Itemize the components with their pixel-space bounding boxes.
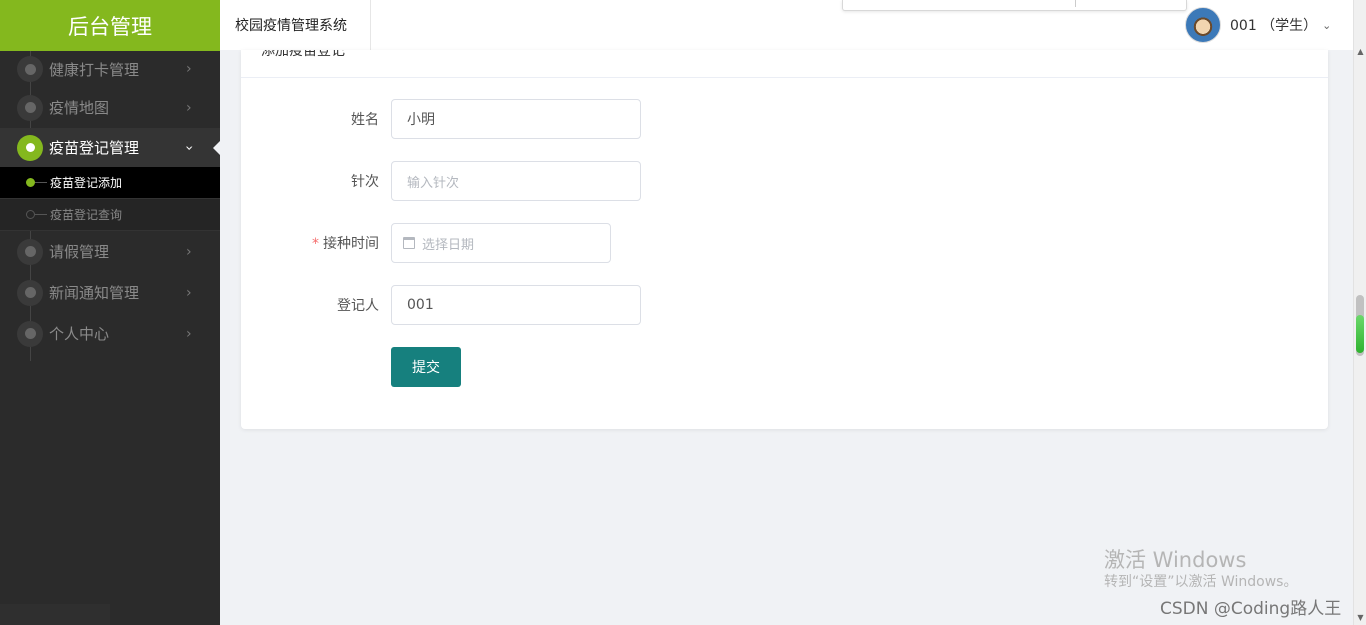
- globe-icon: [17, 320, 43, 347]
- sidebar-item-news[interactable]: 新闻通知管理 ›: [0, 272, 220, 313]
- sidebar-subitem-label: 疫苗登记添加: [50, 176, 123, 190]
- submit-button[interactable]: 提交: [391, 347, 461, 387]
- sidebar-item-epidemic-map[interactable]: 疫情地图 ›: [0, 87, 220, 128]
- sidebar-menu: 健康打卡管理 › 疫情地图 › 疫苗登记管理 › 疫苗登记添加 疫苗登记查询 请…: [0, 51, 220, 361]
- sidebar-item-personal[interactable]: 个人中心 ›: [0, 313, 220, 354]
- chevron-down-icon: ⌄: [1322, 18, 1332, 32]
- sidebar-item-health-checkin[interactable]: 健康打卡管理 ›: [0, 51, 220, 87]
- globe-icon: [17, 94, 43, 121]
- user-name: 001 （学生）: [1230, 18, 1318, 34]
- sidebar-item-label: 疫苗登记管理: [49, 139, 140, 157]
- dose-input[interactable]: 输入针次: [391, 161, 641, 201]
- globe-icon: [17, 238, 43, 265]
- bullet-icon: [26, 178, 35, 187]
- sidebar-item-label: 请假管理: [49, 243, 110, 261]
- sidebar-item-label: 新闻通知管理: [49, 284, 140, 302]
- vaccine-form-card: 添加疫苗登记 姓名 小明 针次 输入针次 * 接种时间 选择日期 登记人 001 …: [241, 50, 1328, 429]
- scroll-down-icon[interactable]: ▼: [1354, 610, 1366, 624]
- calendar-icon: [403, 237, 415, 249]
- name-label: 姓名: [351, 112, 379, 128]
- date-placeholder: 选择日期: [422, 237, 475, 253]
- active-indicator: [213, 141, 220, 155]
- required-mark: *: [312, 236, 319, 252]
- chevron-right-icon: ›: [186, 243, 192, 260]
- chevron-right-icon: ›: [186, 99, 192, 116]
- chevron-right-icon: ›: [186, 325, 192, 342]
- sidebar-subitem-vaccine-query[interactable]: 疫苗登记查询: [0, 199, 220, 231]
- date-picker[interactable]: 选择日期: [391, 223, 611, 263]
- scroll-up-icon[interactable]: ▲: [1354, 44, 1366, 58]
- scroll-progress-indicator: [1356, 315, 1364, 353]
- windows-activation-subtitle: 转到“设置”以激活 Windows。: [1104, 574, 1298, 590]
- bullet-icon: [26, 210, 35, 219]
- sidebar-item-vaccine-registration[interactable]: 疫苗登记管理 ›: [0, 128, 220, 167]
- user-menu[interactable]: 001 （学生） ⌄: [1185, 7, 1331, 43]
- dropdown-panel-edge: [842, 0, 1187, 11]
- registrar-label: 登记人: [337, 298, 379, 314]
- csdn-watermark: CSDN @Coding路人王: [1160, 599, 1342, 619]
- globe-icon: [17, 56, 43, 82]
- page-scrollbar[interactable]: ▲ ▼: [1353, 0, 1366, 625]
- sidebar-item-label: 个人中心: [49, 325, 110, 343]
- sidebar-subitem-vaccine-add[interactable]: 疫苗登记添加: [0, 167, 220, 199]
- date-label: * 接种时间: [312, 236, 379, 252]
- form-row-name: 姓名 小明: [241, 99, 1328, 139]
- chevron-right-icon: ›: [186, 61, 192, 77]
- dose-label: 针次: [351, 174, 379, 190]
- sidebar-item-label: 疫情地图: [49, 99, 110, 117]
- top-header: 校园疫情管理系统 001 （学生） ⌄: [220, 0, 1353, 50]
- sidebar-item-leave[interactable]: 请假管理 ›: [0, 231, 220, 272]
- chevron-right-icon: ›: [186, 284, 192, 301]
- card-title: 添加疫苗登记: [261, 50, 345, 59]
- sidebar-footer: [0, 604, 110, 625]
- sidebar-item-label: 健康打卡管理: [49, 60, 140, 79]
- form-row-date: * 接种时间 选择日期: [241, 223, 1328, 263]
- name-input[interactable]: 小明: [391, 99, 641, 139]
- globe-icon: [17, 279, 43, 306]
- chevron-down-icon: ›: [180, 144, 197, 151]
- globe-icon: [17, 134, 43, 161]
- windows-activation-title: 激活 Windows: [1104, 548, 1247, 572]
- card-header: 添加疫苗登记: [241, 50, 1328, 78]
- sidebar-subitem-label: 疫苗登记查询: [50, 208, 123, 222]
- sidebar: 后台管理 健康打卡管理 › 疫情地图 › 疫苗登记管理 › 疫苗登记添加 疫苗登…: [0, 0, 220, 625]
- form-row-dose: 针次 输入针次: [241, 161, 1328, 201]
- system-title: 校园疫情管理系统: [220, 0, 371, 50]
- registrar-input[interactable]: 001: [391, 285, 641, 325]
- form-row-registrar: 登记人 001: [241, 285, 1328, 325]
- avatar: [1185, 7, 1221, 43]
- brand-title: 后台管理: [0, 0, 220, 51]
